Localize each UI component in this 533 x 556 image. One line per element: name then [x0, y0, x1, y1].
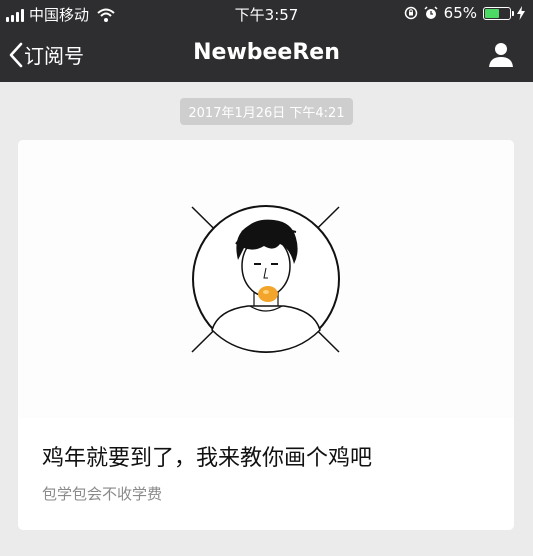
status-bar: 中国移动 下午3:57 65%: [0, 0, 533, 28]
battery-icon: [483, 6, 514, 20]
signal-icon: [6, 8, 24, 22]
alarm-icon: [424, 6, 438, 19]
message-timestamp: 2017年1月26日 下午4:21: [180, 98, 353, 125]
battery-percent: 65%: [443, 4, 477, 22]
person-icon[interactable]: [487, 40, 515, 68]
article-description: 包学包会不收学费: [42, 485, 163, 503]
battery-fill: [485, 8, 500, 18]
status-left: 中国移动: [6, 4, 115, 25]
status-right: 65%: [404, 4, 525, 22]
navigation-bar: 订阅号 NewbeeRen: [0, 28, 533, 82]
rotation-lock-icon: [404, 6, 417, 20]
carrier-label: 中国移动: [29, 6, 90, 24]
cover-image: [18, 140, 514, 418]
article-title: 鸡年就要到了，我来教你画个鸡吧: [42, 446, 373, 471]
back-button[interactable]: 订阅号: [8, 40, 84, 69]
back-label: 订阅号: [24, 44, 84, 68]
chevron-left-icon: [9, 42, 23, 67]
article-card[interactable]: 鸡年就要到了，我来教你画个鸡吧 包学包会不收学费: [18, 140, 514, 530]
cover-illustration: [191, 205, 340, 353]
timestamp-wrap: 2017年1月26日 下午4:21: [0, 98, 533, 125]
wifi-icon: [97, 8, 115, 22]
charging-icon: [517, 6, 525, 20]
